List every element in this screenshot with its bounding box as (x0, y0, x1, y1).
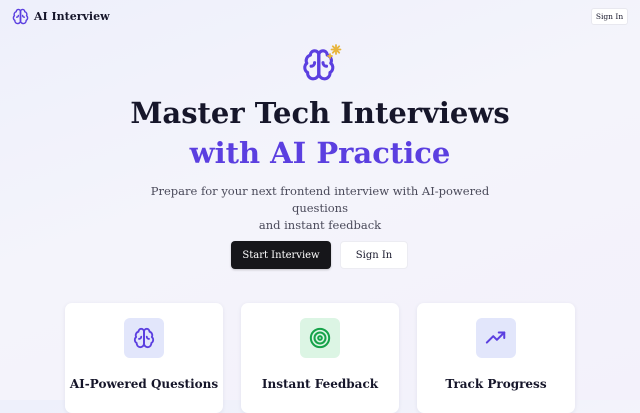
nav-sign-in-button[interactable]: Sign In (591, 8, 628, 25)
hero-title-line2: with AI Practice (189, 136, 451, 170)
feature-card-track-progress: Track Progress (417, 303, 575, 413)
feature-card-ai-questions: AI-Powered Questions (65, 303, 223, 413)
brand[interactable]: AI Interview (12, 8, 110, 25)
top-nav: AI Interview Sign In (0, 0, 640, 34)
target-icon (300, 318, 340, 358)
brain-icon (124, 318, 164, 358)
brand-name: AI Interview (34, 10, 110, 23)
brain-sparkle-icon (300, 42, 344, 86)
hero-subtitle: Prepare for your next frontend interview… (140, 183, 500, 234)
hero-subtitle-line2: and instant feedback (258, 218, 382, 232)
brain-icon (12, 8, 29, 25)
feature-card-instant-feedback: Instant Feedback (241, 303, 399, 413)
trending-up-icon (476, 318, 516, 358)
feature-title: Instant Feedback (261, 377, 379, 391)
hero-sign-in-button[interactable]: Sign In (340, 241, 408, 269)
start-interview-button[interactable]: Start Interview (231, 241, 331, 269)
feature-title: AI-Powered Questions (69, 377, 219, 391)
feature-title: Track Progress (445, 377, 547, 391)
hero-title-line1: Master Tech Interviews (130, 96, 510, 130)
hero-subtitle-line1: Prepare for your next frontend interview… (150, 184, 490, 215)
